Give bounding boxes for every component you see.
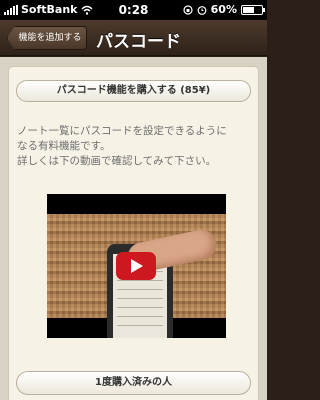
status-bar: SoftBank 0:28 60%	[0, 0, 267, 20]
battery-percent: 60%	[210, 3, 237, 16]
passcode-card: パスコード機能を購入する (85¥) ノート一覧にパスコードを設定できるように …	[8, 66, 259, 400]
play-icon[interactable]	[116, 252, 156, 280]
rotation-lock-icon	[183, 4, 193, 15]
description-line: なる有料機能です。	[17, 140, 111, 152]
navigation-bar: 機能を追加する パスコード	[0, 20, 267, 56]
page-title: パスコード	[96, 32, 181, 52]
alarm-icon	[197, 5, 207, 15]
feature-description: ノート一覧にパスコードを設定できるように なる有料機能です。 詳しくは下の動画で…	[17, 124, 255, 169]
content-area[interactable]: パスコード機能を購入する (85¥) ノート一覧にパスコードを設定できるように …	[0, 57, 267, 400]
already-purchased-button[interactable]: 1度購入済みの人	[16, 371, 251, 395]
back-button[interactable]: 機能を追加する	[7, 26, 87, 50]
battery-fill	[243, 6, 254, 13]
description-line: ノート一覧にパスコードを設定できるように	[17, 125, 227, 137]
battery-icon	[241, 4, 265, 15]
demo-video[interactable]	[47, 194, 226, 338]
status-right: 60%	[183, 3, 265, 16]
purchase-passcode-button[interactable]: パスコード機能を購入する (85¥)	[16, 80, 251, 102]
description-line: 詳しくは下の動画で確認してみて下さい。	[17, 155, 217, 167]
